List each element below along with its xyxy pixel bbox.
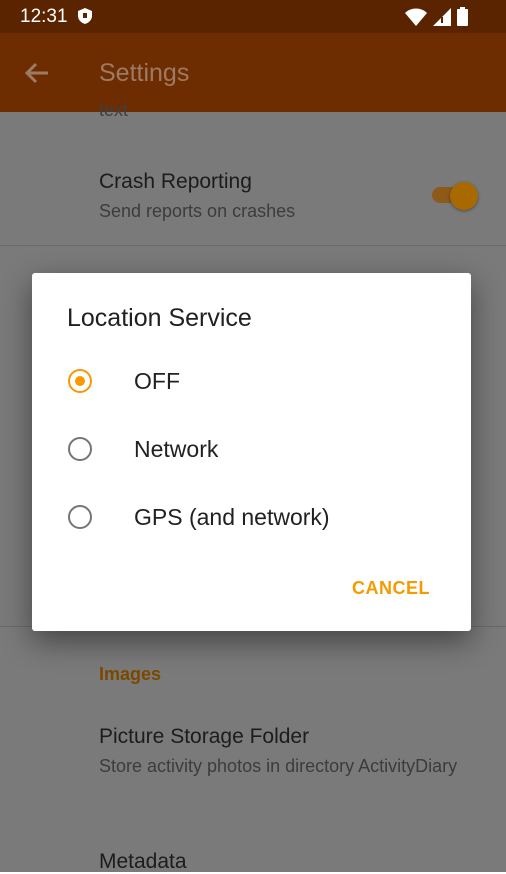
picture-storage-summary: Store activity photos in directory Activ… bbox=[99, 756, 458, 776]
status-icons bbox=[405, 7, 468, 31]
option-gps[interactable]: GPS (and network) bbox=[32, 489, 471, 549]
wifi-icon bbox=[405, 8, 427, 31]
radio-unchecked-icon[interactable] bbox=[68, 505, 92, 529]
crash-reporting-summary: Send reports on crashes bbox=[99, 201, 296, 221]
divider bbox=[0, 245, 506, 246]
option-label: Network bbox=[134, 436, 219, 462]
app-bar: Settings bbox=[0, 33, 506, 112]
images-category: Images bbox=[99, 664, 162, 684]
status-time: 12:31 bbox=[20, 6, 68, 27]
dialog-title: Location Service bbox=[67, 304, 252, 332]
radio-checked-icon[interactable] bbox=[68, 369, 92, 393]
option-label: OFF bbox=[134, 368, 180, 394]
metadata-title[interactable]: Metadata bbox=[99, 850, 187, 874]
battery-icon bbox=[457, 7, 468, 31]
location-service-dialog: Location Service OFF Network GPS (and ne… bbox=[32, 273, 471, 631]
preference-summary-cut: text bbox=[99, 100, 129, 120]
back-arrow-icon[interactable] bbox=[24, 61, 50, 90]
crash-reporting-title[interactable]: Crash Reporting bbox=[99, 170, 252, 194]
signal-icon bbox=[433, 7, 451, 31]
option-network[interactable]: Network bbox=[32, 421, 471, 481]
crash-reporting-toggle-thumb[interactable] bbox=[450, 182, 478, 210]
radio-unchecked-icon[interactable] bbox=[68, 437, 92, 461]
page-title: Settings bbox=[99, 59, 190, 87]
status-bar: 12:31 bbox=[0, 0, 506, 33]
picture-storage-title[interactable]: Picture Storage Folder bbox=[99, 725, 309, 749]
option-label: GPS (and network) bbox=[134, 504, 330, 530]
option-off[interactable]: OFF bbox=[32, 353, 471, 413]
cancel-button[interactable]: CANCEL bbox=[352, 578, 430, 599]
shield-icon bbox=[78, 8, 92, 29]
